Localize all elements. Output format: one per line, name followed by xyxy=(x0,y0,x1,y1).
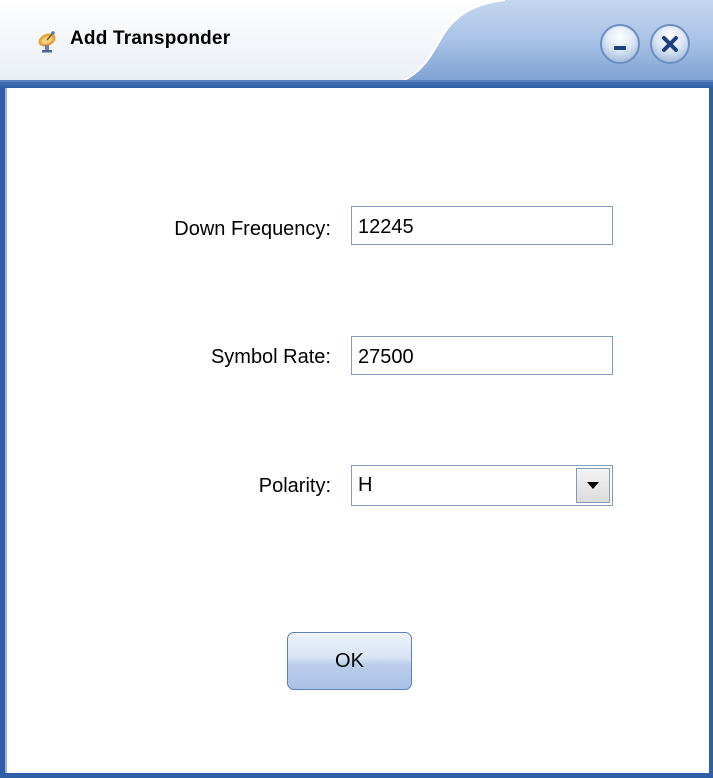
down-frequency-label: Down Frequency: xyxy=(174,218,331,240)
title-bar[interactable]: Add Transponder xyxy=(0,0,713,88)
ok-button[interactable]: OK xyxy=(287,632,412,690)
window-border-bottom xyxy=(0,773,713,778)
minimize-icon xyxy=(614,46,626,50)
satellite-dish-icon xyxy=(34,28,60,54)
chevron-down-icon xyxy=(587,482,599,489)
polarity-label: Polarity: xyxy=(258,475,331,497)
symbol-rate-label: Symbol Rate: xyxy=(210,346,331,368)
polarity-select[interactable]: H xyxy=(351,465,613,506)
polarity-selected-value: H xyxy=(358,474,373,496)
window-border-right xyxy=(709,88,713,778)
window-border-left xyxy=(0,88,7,778)
down-frequency-input[interactable] xyxy=(351,206,613,245)
polarity-dropdown-button[interactable] xyxy=(576,468,610,503)
close-button[interactable] xyxy=(650,24,690,64)
minimize-button[interactable] xyxy=(600,24,640,64)
close-icon xyxy=(662,36,678,52)
symbol-rate-input[interactable] xyxy=(351,336,613,375)
window-title: Add Transponder xyxy=(70,28,231,49)
add-transponder-dialog: Add Transponder Down Frequency: Symbol R… xyxy=(0,0,713,778)
